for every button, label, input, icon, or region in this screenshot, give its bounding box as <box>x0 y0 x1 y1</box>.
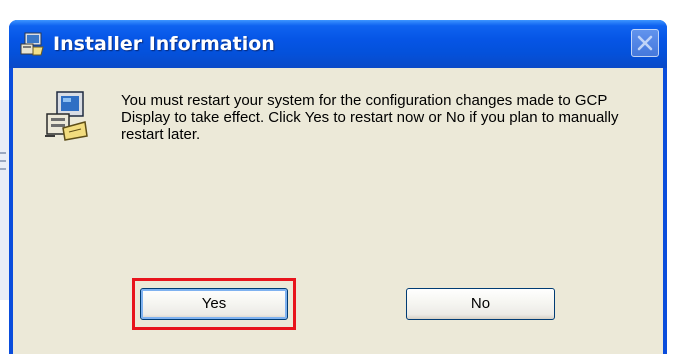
installer-icon <box>19 31 45 57</box>
background-tick <box>0 168 6 170</box>
yes-button[interactable]: Yes <box>140 288 288 320</box>
window-title: Installer Information <box>53 33 275 55</box>
screen: Installer Information You must restart y… <box>0 0 674 354</box>
no-button[interactable]: No <box>406 288 555 320</box>
dialog-message: You must restart your system for the con… <box>121 92 619 143</box>
close-button[interactable] <box>631 29 659 57</box>
title-bar[interactable]: Installer Information <box>9 20 667 68</box>
background-tick <box>0 160 6 162</box>
close-icon <box>637 35 653 51</box>
dialog-body: You must restart your system for the con… <box>13 68 663 354</box>
installer-dialog: Installer Information You must restart y… <box>9 20 667 354</box>
background-tick <box>0 152 6 154</box>
computer-setup-icon <box>43 90 89 142</box>
